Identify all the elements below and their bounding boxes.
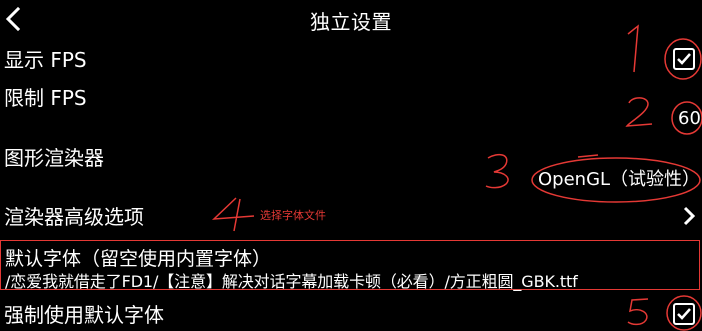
header-bar: 独立设置 xyxy=(0,0,702,40)
show-fps-row[interactable] xyxy=(0,42,702,78)
default-font-label: 默认字体（留空使用内置字体） xyxy=(5,248,272,270)
limit-fps-label: 限制 FPS xyxy=(4,86,87,110)
chevron-right-icon[interactable] xyxy=(682,205,696,227)
checkmark-icon xyxy=(677,308,691,320)
renderer-label: 图形渲染器 xyxy=(4,146,104,170)
renderer-value[interactable]: OpenGL（试验性） xyxy=(538,171,700,189)
renderer-advanced-label: 渲染器高级选项 xyxy=(4,205,144,229)
limit-fps-value[interactable]: 60 xyxy=(678,110,701,128)
show-fps-label: 显示 FPS xyxy=(4,48,87,72)
annotation-note: 选择字体文件 xyxy=(260,209,326,222)
default-font-row[interactable]: 默认字体（留空使用内置字体） /恋爱我就借走了FD1/【注意】解决对话字幕加载卡… xyxy=(0,240,700,291)
checkmark-icon xyxy=(677,53,691,65)
page-title: 独立设置 xyxy=(310,10,392,34)
force-default-font-checkbox[interactable] xyxy=(673,303,695,325)
default-font-path: /恋爱我就借走了FD1/【注意】解决对话字幕加载卡顿（必看）/方正粗圆_GBK.… xyxy=(5,272,578,291)
show-fps-checkbox[interactable] xyxy=(673,48,695,70)
force-default-font-label: 强制使用默认字体 xyxy=(4,303,164,327)
settings-screen: 独立设置 显示 FPS 限制 FPS 60 图形渲染器 OpenGL（试验性） … xyxy=(0,0,702,331)
limit-fps-row[interactable] xyxy=(0,82,702,132)
